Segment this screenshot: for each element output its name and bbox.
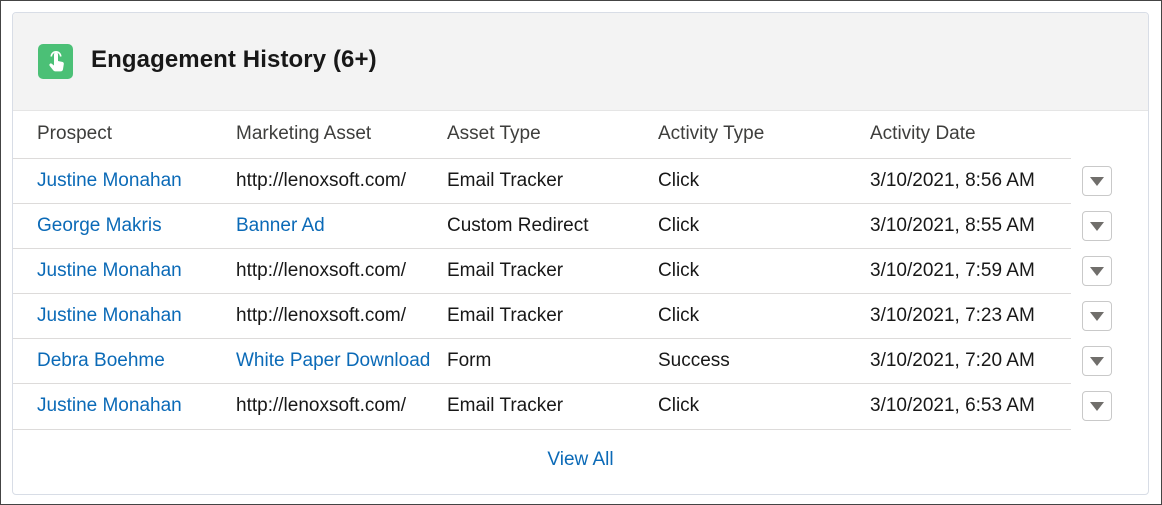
marketing-asset-link[interactable]: Banner Ad xyxy=(236,204,431,249)
column-header-prospect[interactable]: Prospect xyxy=(37,111,112,157)
activity-type: Success xyxy=(658,350,730,371)
marketing-asset-link[interactable]: White Paper Download xyxy=(236,339,431,384)
row-actions-button[interactable] xyxy=(1082,346,1112,376)
marketing-asset: http://lenoxsoft.com/ xyxy=(236,260,407,281)
activity-type: Click xyxy=(658,170,700,191)
activity-date: 3/10/2021, 6:53 AM xyxy=(870,395,1035,416)
asset-type: Custom Redirect xyxy=(447,215,589,236)
row-actions-button[interactable] xyxy=(1082,301,1112,331)
column-header-asset-type[interactable]: Asset Type xyxy=(447,111,541,157)
row-actions-button[interactable] xyxy=(1082,211,1112,241)
prospect-link[interactable]: George Makris xyxy=(37,204,222,249)
chevron-down-icon xyxy=(1090,176,1104,186)
prospect-link[interactable]: Justine Monahan xyxy=(37,294,222,339)
marketing-asset: http://lenoxsoft.com/ xyxy=(236,305,407,326)
card-header: Engagement History (6+) xyxy=(13,13,1148,111)
table-row: Justine Monahan http://lenoxsoft.com/ Em… xyxy=(13,293,1071,339)
row-actions-button[interactable] xyxy=(1082,256,1112,286)
column-header-activity-type[interactable]: Activity Type xyxy=(658,111,765,157)
prospect-link[interactable]: Debra Boehme xyxy=(37,339,222,384)
asset-type: Email Tracker xyxy=(447,170,564,191)
chevron-down-icon xyxy=(1090,266,1104,276)
table-row: Justine Monahan http://lenoxsoft.com/ Em… xyxy=(13,248,1071,294)
engagement-history-card: Engagement History (6+) Prospect Marketi… xyxy=(12,12,1149,495)
prospect-link[interactable]: Justine Monahan xyxy=(37,249,222,294)
table-row: George Makris Banner Ad Custom Redirect … xyxy=(13,203,1071,249)
prospect-link[interactable]: Justine Monahan xyxy=(37,384,222,429)
card-title: Engagement History (6+) xyxy=(91,46,377,73)
asset-type: Email Tracker xyxy=(447,305,564,326)
activity-date: 3/10/2021, 7:20 AM xyxy=(870,350,1035,371)
column-header-activity-date[interactable]: Activity Date xyxy=(870,111,976,157)
activity-type: Click xyxy=(658,395,700,416)
chevron-down-icon xyxy=(1090,311,1104,321)
marketing-asset: http://lenoxsoft.com/ xyxy=(236,170,407,191)
chevron-down-icon xyxy=(1090,356,1104,366)
chevron-down-icon xyxy=(1090,221,1104,231)
chevron-down-icon xyxy=(1090,401,1104,411)
activity-date: 3/10/2021, 8:55 AM xyxy=(870,215,1035,236)
row-actions-button[interactable] xyxy=(1082,391,1112,421)
activity-date: 3/10/2021, 8:56 AM xyxy=(870,170,1035,191)
column-header-marketing-asset[interactable]: Marketing Asset xyxy=(236,111,372,157)
activity-date: 3/10/2021, 7:59 AM xyxy=(870,260,1035,281)
asset-type: Form xyxy=(447,350,492,371)
asset-type: Email Tracker xyxy=(447,260,564,281)
touch-hand-icon xyxy=(38,44,73,79)
table-row: Justine Monahan http://lenoxsoft.com/ Em… xyxy=(13,158,1071,204)
prospect-link[interactable]: Justine Monahan xyxy=(37,159,222,204)
activity-type: Click xyxy=(658,215,700,236)
screenshot-frame: Engagement History (6+) Prospect Marketi… xyxy=(0,0,1162,505)
view-all-link[interactable]: View All xyxy=(13,449,1148,471)
table-row: Justine Monahan http://lenoxsoft.com/ Em… xyxy=(13,383,1071,430)
table-row: Debra Boehme White Paper Download Form S… xyxy=(13,338,1071,384)
marketing-asset: http://lenoxsoft.com/ xyxy=(236,395,407,416)
activity-type: Click xyxy=(658,305,700,326)
activity-date: 3/10/2021, 7:23 AM xyxy=(870,305,1035,326)
activity-type: Click xyxy=(658,260,700,281)
asset-type: Email Tracker xyxy=(447,395,564,416)
row-actions-button[interactable] xyxy=(1082,166,1112,196)
